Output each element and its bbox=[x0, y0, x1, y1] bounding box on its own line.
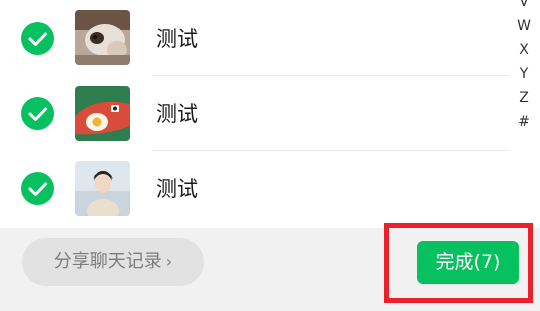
contact-row[interactable]: 测试 bbox=[0, 76, 510, 151]
index-letter-w[interactable]: W bbox=[514, 14, 534, 38]
share-chat-history-button[interactable]: 分享聊天记录 › bbox=[22, 238, 204, 286]
index-letter-v[interactable]: V bbox=[514, 0, 534, 14]
contact-row[interactable]: 测试 bbox=[0, 0, 510, 75]
contact-name: 测试 bbox=[156, 177, 198, 201]
index-letter-hash[interactable]: # bbox=[514, 110, 534, 134]
checkmark-icon[interactable] bbox=[21, 97, 54, 130]
index-letter-z[interactable]: Z bbox=[514, 86, 534, 110]
checkmark-icon[interactable] bbox=[21, 172, 54, 205]
checkmark-icon[interactable] bbox=[21, 22, 54, 55]
contact-name: 测试 bbox=[156, 102, 198, 126]
chevron-right-icon: › bbox=[165, 252, 173, 271]
contact-name: 测试 bbox=[156, 27, 198, 51]
index-letter-y[interactable]: Y bbox=[514, 62, 534, 86]
alphabet-index-bar[interactable]: V W X Y Z # bbox=[514, 0, 534, 134]
contact-row[interactable]: 测试 bbox=[0, 151, 510, 226]
index-letter-x[interactable]: X bbox=[514, 38, 534, 62]
avatar bbox=[75, 86, 130, 141]
avatar bbox=[75, 161, 130, 216]
contact-list: 测试 测试 测试 bbox=[0, 0, 540, 228]
done-button[interactable]: 完成(7) bbox=[417, 241, 519, 284]
share-button-label: 分享聊天记录 bbox=[53, 251, 162, 272]
avatar bbox=[75, 10, 130, 65]
